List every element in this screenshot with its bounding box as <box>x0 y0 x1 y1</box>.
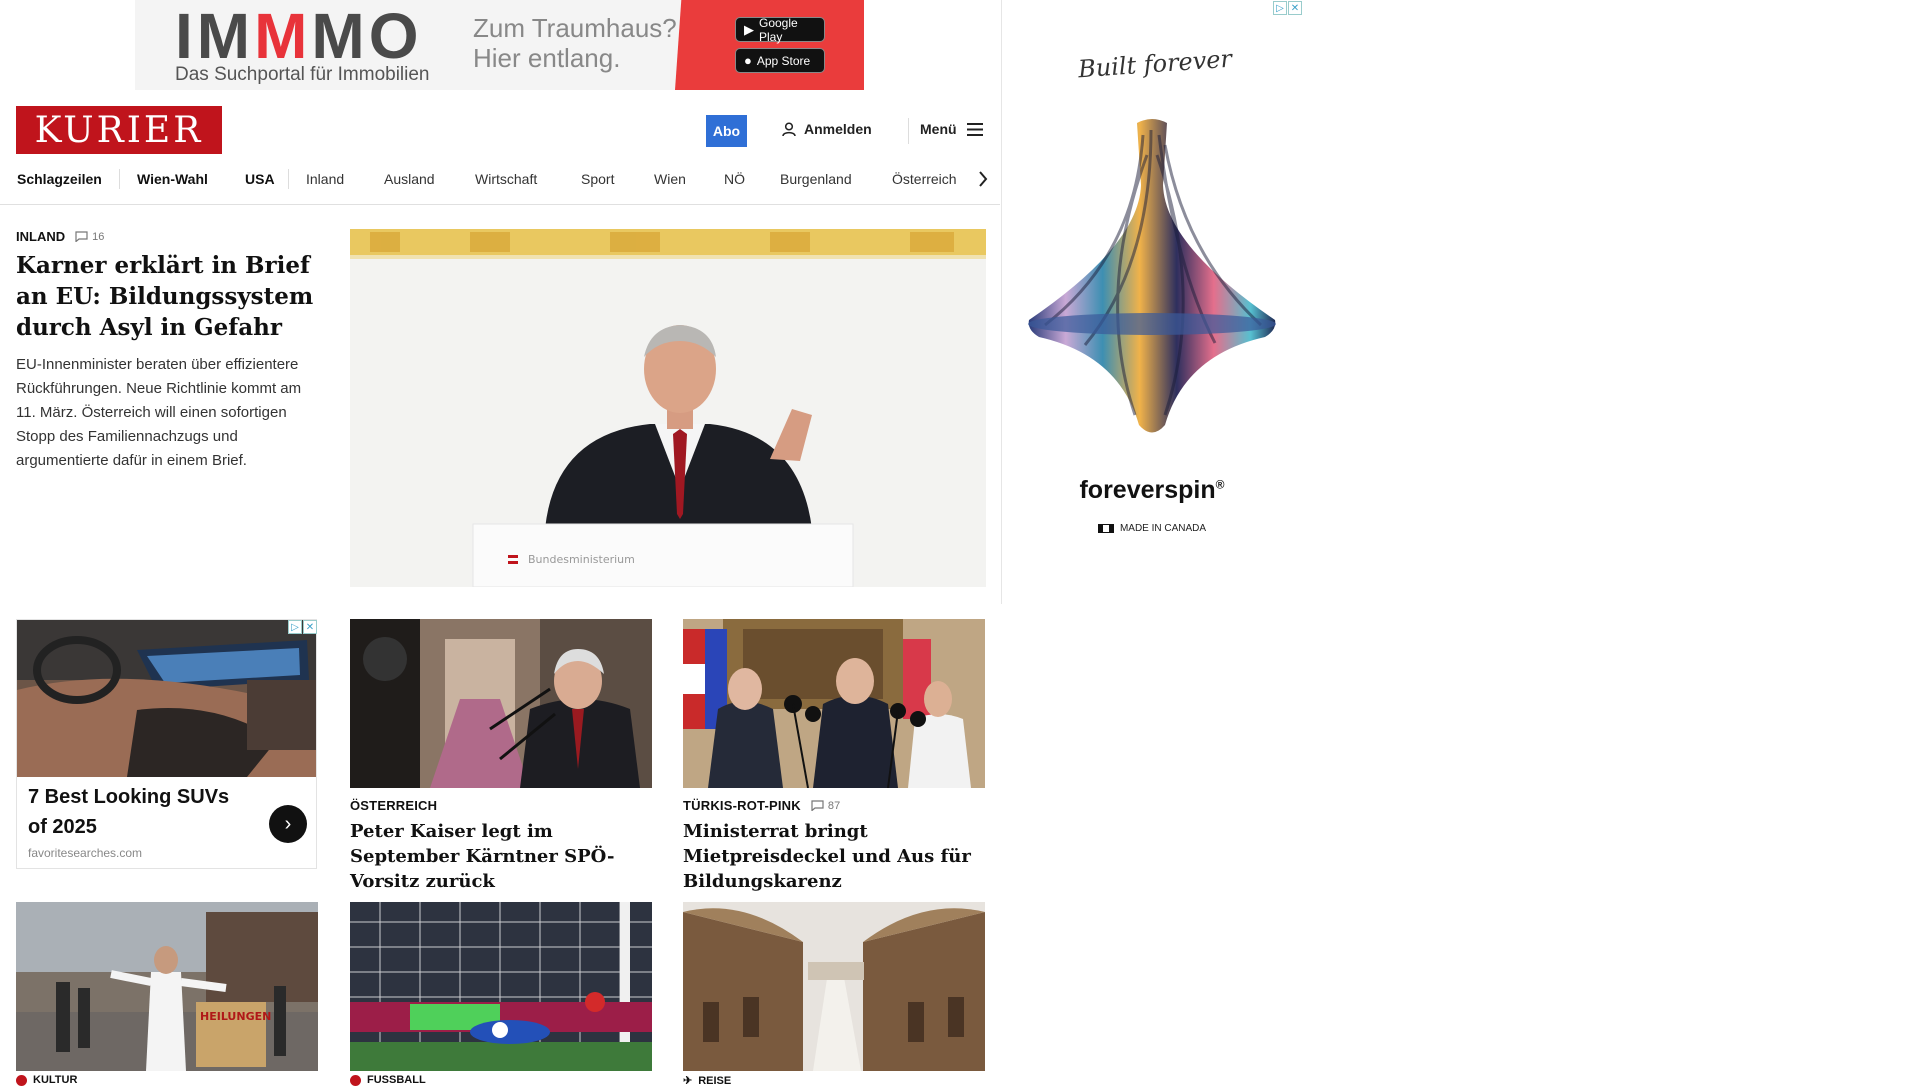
banner-red-panel <box>675 0 864 90</box>
article-card[interactable]: TÜRKIS-ROT-PINK 87 Ministerrat bringt Mi… <box>683 619 985 913</box>
ad-card-arrow-button[interactable]: › <box>269 805 307 843</box>
lectern-label: Bundesministerium <box>528 553 635 566</box>
nav-burgenland[interactable]: Burgenland <box>780 171 852 187</box>
nav-noe[interactable]: NÖ <box>724 171 745 187</box>
immmo-logo: IMMMO <box>175 0 423 72</box>
adchoices-badge[interactable]: ▷ ✕ <box>288 620 317 634</box>
play-icon: ▶ <box>744 21 754 37</box>
nav-wien[interactable]: Wien <box>654 171 686 187</box>
login-button[interactable]: Anmelden <box>782 121 872 137</box>
nav-inland[interactable]: Inland <box>306 171 344 187</box>
article-title[interactable]: Ministerrat bringt Mietpreisdeckel und A… <box>683 819 985 894</box>
lead-headline[interactable]: Karner erklärt in Brief an EU: Bildungss… <box>16 250 316 343</box>
menu-label: Menü <box>920 121 957 137</box>
article-kicker[interactable]: ✈ REISE <box>683 1074 731 1087</box>
made-in-canada-label: MADE IN CANADA <box>1002 523 1302 534</box>
comment-icon <box>75 231 88 242</box>
immmo-banner-ad[interactable]: IMMMO Das Suchportal für Immobilien Zum … <box>135 0 864 90</box>
banner-slogan: Zum Traumhaus? Hier entlang. <box>473 13 677 73</box>
banner-subtitle: Das Suchportal für Immobilien <box>175 64 430 85</box>
foreverspin-brand: foreverspin® <box>1079 476 1225 504</box>
comment-count[interactable]: 16 <box>75 231 104 243</box>
ad-script-tagline: Built forever <box>1077 44 1233 84</box>
adchoices-icon: ▷ <box>1273 1 1287 15</box>
lead-article-image[interactable]: Bundesministerium <box>350 229 986 587</box>
chevron-right-icon[interactable] <box>978 170 988 188</box>
nav-wirtschaft[interactable]: Wirtschaft <box>475 171 537 187</box>
close-icon[interactable]: ✕ <box>303 620 317 634</box>
protest-sign-text: HEILUNGEN <box>200 1010 271 1023</box>
comment-count[interactable]: 87 <box>811 800 841 812</box>
article-section-label[interactable]: TÜRKIS-ROT-PINK <box>683 798 801 813</box>
suv-ad-card[interactable]: 7 Best Looking SUVs of 2025 favoritesear… <box>16 619 317 869</box>
nav-usa[interactable]: USA <box>245 171 275 187</box>
app-store-button[interactable]: ● App Store <box>735 48 825 73</box>
nav-ausland[interactable]: Ausland <box>384 171 435 187</box>
header-divider <box>908 118 909 144</box>
adchoices-icon: ▷ <box>288 620 302 634</box>
article-image[interactable] <box>683 902 985 1071</box>
lead-teaser: EU-Innenminister beraten über effiziente… <box>16 356 302 469</box>
foreverspin-ad[interactable]: Built forever foreverspin® MADE IN CANAD… <box>1002 0 1302 602</box>
article-card[interactable]: ÖSTERREICH Peter Kaiser legt im Septembe… <box>350 619 652 913</box>
user-icon <box>782 121 796 136</box>
nav-schlagzeilen[interactable]: Schlagzeilen <box>17 171 102 187</box>
close-icon[interactable]: ✕ <box>1288 1 1302 15</box>
kurier-logo[interactable]: KURIER <box>16 106 222 154</box>
comment-icon <box>811 800 824 811</box>
article-kicker[interactable]: FUSSBALL <box>350 1074 426 1086</box>
apple-icon: ● <box>744 53 752 68</box>
travel-icon: ✈ <box>683 1075 693 1087</box>
article-image[interactable]: HEILUNGEN <box>16 902 318 1071</box>
google-play-button[interactable]: ▶ Google Play <box>735 16 825 44</box>
premium-icon <box>350 1074 361 1086</box>
article-image[interactable] <box>350 902 652 1071</box>
canada-flag-icon <box>1097 524 1114 533</box>
suv-ad-image[interactable] <box>17 620 316 777</box>
article-title[interactable]: Peter Kaiser legt im September Kärntner … <box>350 819 652 894</box>
nav-wien-wahl[interactable]: Wien-Wahl <box>137 171 208 187</box>
adchoices-badge[interactable]: ▷ ✕ <box>1273 1 1302 15</box>
ad-card-title[interactable]: 7 Best Looking SUVs of 2025 <box>28 782 248 842</box>
premium-icon <box>16 1074 27 1086</box>
spinning-top-image <box>1028 119 1276 433</box>
hamburger-icon <box>966 122 983 136</box>
ad-card-source: favoritesearches.com <box>28 846 143 860</box>
login-label: Anmelden <box>804 121 872 137</box>
article-kicker[interactable]: KULTUR <box>16 1074 77 1086</box>
section-nav: Schlagzeilen Wien-Wahl USA Inland Auslan… <box>0 166 1000 205</box>
menu-button[interactable]: Menü <box>920 121 983 137</box>
nav-divider <box>119 169 120 189</box>
lead-kicker: INLAND 16 <box>16 229 104 244</box>
abo-button[interactable]: Abo <box>706 115 747 147</box>
lead-section-label[interactable]: INLAND <box>16 229 65 244</box>
article-image[interactable] <box>683 619 985 788</box>
chevron-right-icon: › <box>284 812 292 835</box>
article-kicker[interactable]: TÜRKIS-ROT-PINK 87 <box>683 798 985 813</box>
nav-oesterreich[interactable]: Österreich <box>892 171 957 187</box>
article-kicker[interactable]: ÖSTERREICH <box>350 798 652 813</box>
nav-divider <box>288 169 289 189</box>
nav-sport[interactable]: Sport <box>581 171 614 187</box>
article-image[interactable] <box>350 619 652 788</box>
